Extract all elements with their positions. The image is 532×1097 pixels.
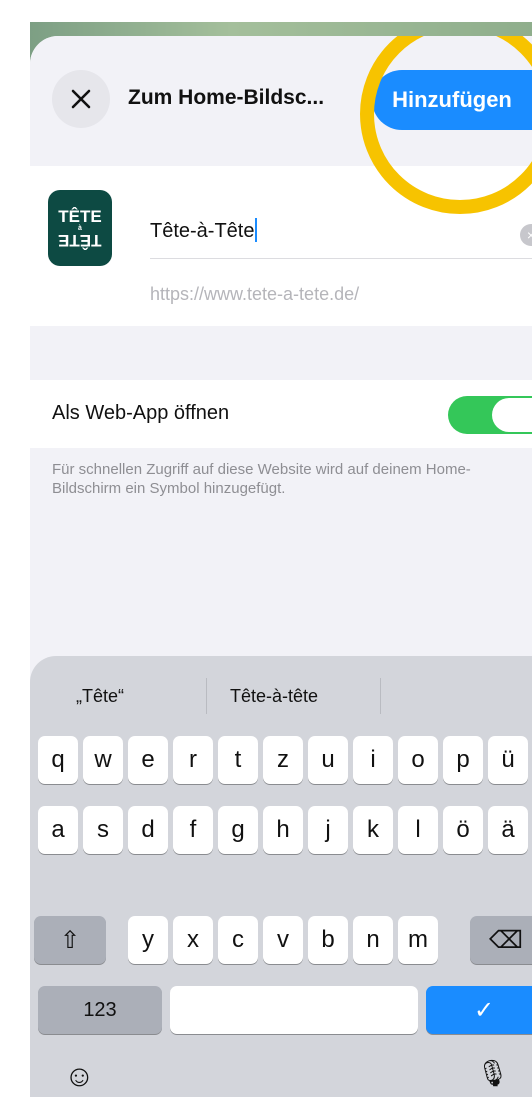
keyboard: „Tête“ Tête-à-tête qwertzuiopü asdfghjklö… (30, 656, 532, 1097)
shortcut-url: https://www.tete-a-tete.de/ (150, 284, 360, 304)
web-app-row: Als Web-App öffnen (30, 380, 532, 448)
shift-icon: ⇧ (59, 926, 81, 954)
key-f[interactable]: f (173, 806, 213, 854)
key-d[interactable]: d (128, 806, 168, 854)
suggestion-divider (380, 678, 381, 714)
key-l[interactable]: l (398, 806, 438, 854)
nav-bar: Zum Home-Bildsc... Hinzufügen (30, 36, 532, 164)
emoji-icon[interactable]: ☺ (64, 1060, 95, 1094)
key-k[interactable]: k (353, 806, 393, 854)
key-h[interactable]: h (263, 806, 303, 854)
key-m[interactable]: m (398, 916, 438, 964)
microphone-icon[interactable]: 🎙 (476, 1058, 509, 1089)
clear-text-icon[interactable]: × (520, 224, 532, 246)
key-w[interactable]: w (83, 736, 123, 784)
key-a[interactable]: a (38, 806, 78, 854)
page-title: Zum Home-Bildsc... (128, 86, 325, 109)
add-button[interactable]: Hinzufügen (372, 70, 532, 130)
return-key[interactable]: ✓ (426, 986, 532, 1034)
key-q[interactable]: q (38, 736, 78, 784)
key-v[interactable]: v (263, 916, 303, 964)
key-g[interactable]: g (218, 806, 258, 854)
key-ö[interactable]: ö (443, 806, 483, 854)
numbers-key[interactable]: 123 (38, 986, 162, 1034)
toggle-knob (492, 398, 532, 432)
key-u[interactable]: u (308, 736, 348, 784)
suggestion-1[interactable]: „Tête“ (76, 686, 124, 707)
key-r[interactable]: r (173, 736, 213, 784)
checkmark-icon: ✓ (473, 996, 495, 1024)
web-app-footnote: Für schnellen Zugriff auf diese Website … (52, 461, 471, 497)
key-c[interactable]: c (218, 916, 258, 964)
shortcut-name-field[interactable]: Tête-à-Tête (150, 218, 258, 243)
key-i[interactable]: i (353, 736, 393, 784)
key-y[interactable]: y (128, 916, 168, 964)
suggestion-2[interactable]: Tête-à-tête (230, 686, 318, 707)
key-n[interactable]: n (353, 916, 393, 964)
key-b[interactable]: b (308, 916, 348, 964)
key-ä[interactable]: ä (488, 806, 528, 854)
shortcut-name-value: Tête-à-Tête (150, 220, 255, 242)
app-icon-text-top: TÊTE (58, 206, 102, 226)
key-z[interactable]: z (263, 736, 303, 784)
key-e[interactable]: e (128, 736, 168, 784)
text-cursor (255, 218, 258, 242)
delete-icon: ⌫ (489, 926, 523, 954)
key-ü[interactable]: ü (488, 736, 528, 784)
key-t[interactable]: t (218, 736, 258, 784)
add-to-home-sheet: Zum Home-Bildsc... Hinzufügen TÊTE à TÊT… (30, 36, 532, 1097)
key-o[interactable]: o (398, 736, 438, 784)
shortcut-card: TÊTE à TÊTE Tête-à-Tête × https://www.te… (30, 166, 532, 326)
key-x[interactable]: x (173, 916, 213, 964)
key-j[interactable]: j (308, 806, 348, 854)
shift-key[interactable]: ⇧ (34, 916, 106, 964)
web-app-label: Als Web-App öffnen (52, 402, 230, 424)
app-icon-text-bottom: TÊTE (58, 230, 102, 250)
key-p[interactable]: p (443, 736, 483, 784)
key-s[interactable]: s (83, 806, 123, 854)
suggestion-divider (206, 678, 207, 714)
delete-key[interactable]: ⌫ (470, 916, 532, 964)
app-icon: TÊTE à TÊTE (48, 190, 112, 266)
space-key[interactable] (170, 986, 418, 1034)
close-button[interactable] (52, 70, 110, 128)
divider (150, 258, 532, 259)
close-icon (71, 89, 91, 109)
